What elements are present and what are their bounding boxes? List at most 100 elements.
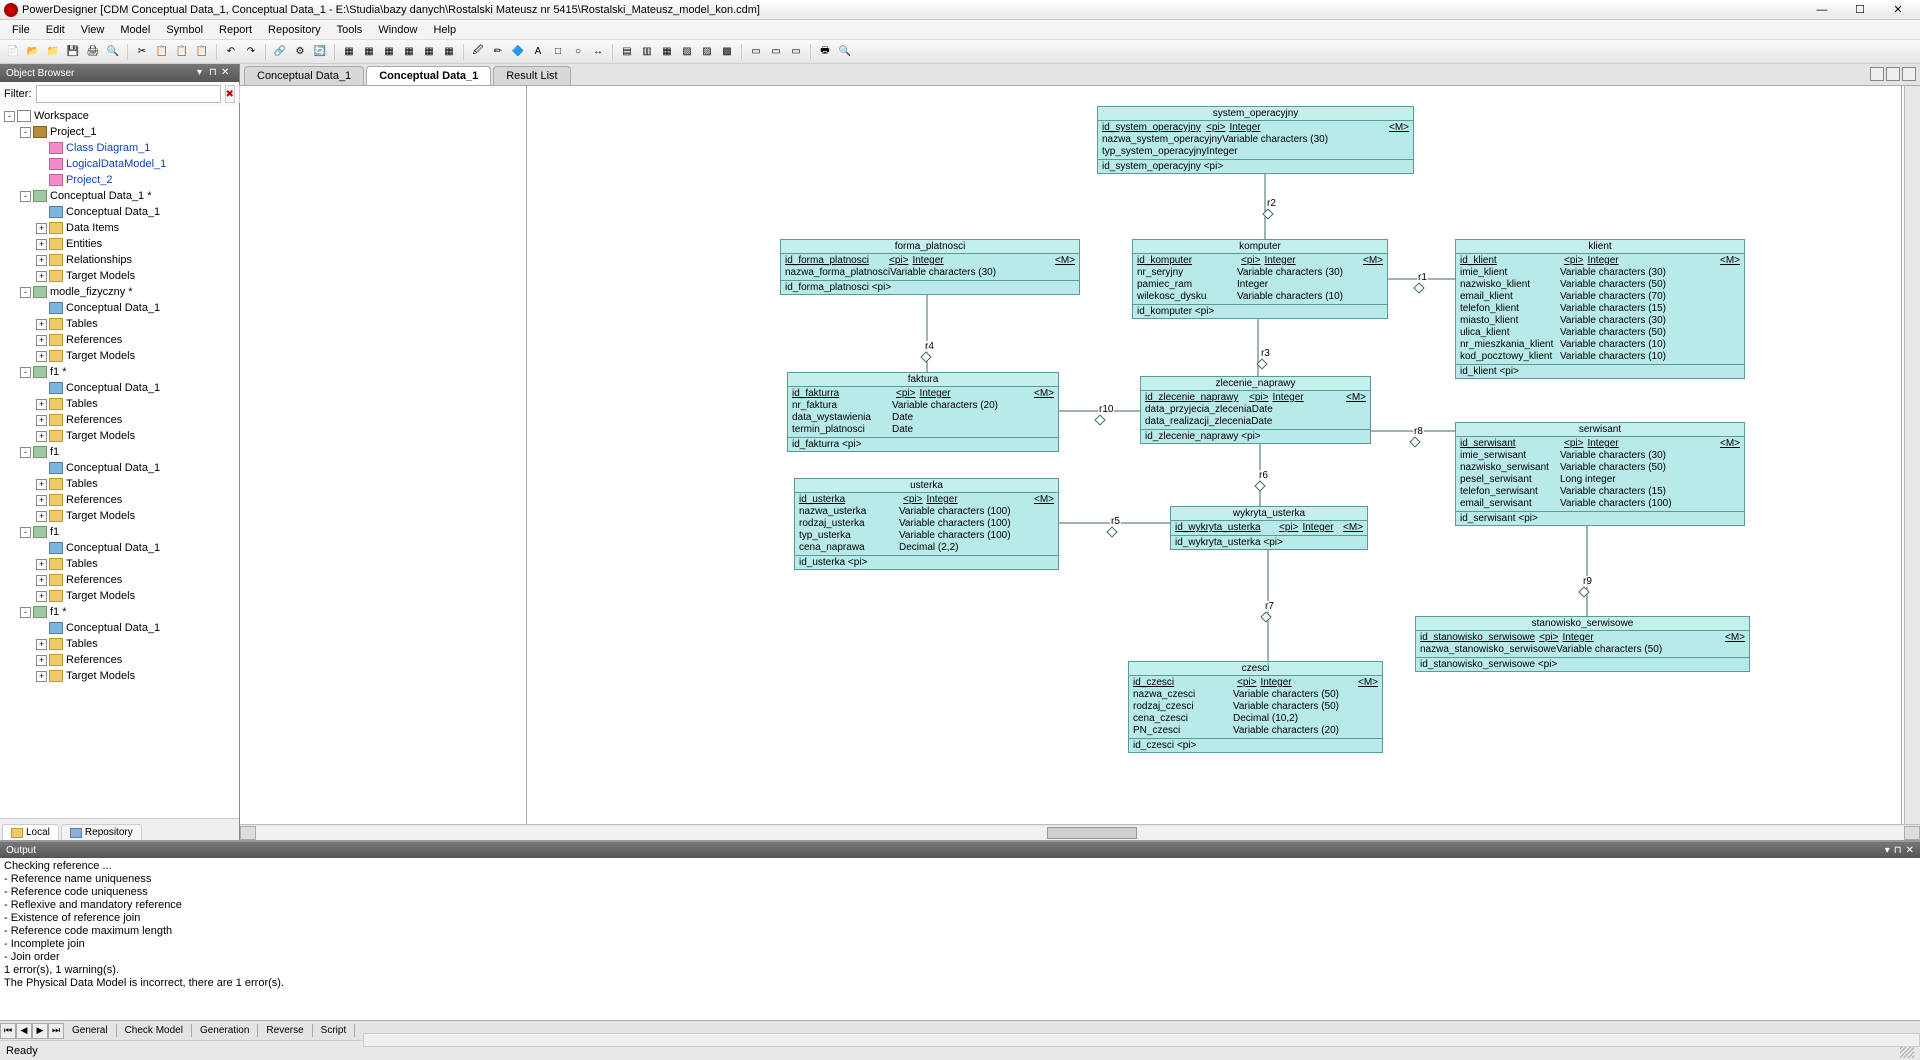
tree-node[interactable]: +Target Models (0, 348, 239, 364)
tree-toggle[interactable]: + (36, 559, 47, 570)
menu-report[interactable]: Report (211, 22, 260, 38)
tree-node[interactable]: +Target Models (0, 588, 239, 604)
toolbar-button[interactable]: ▧ (678, 43, 696, 61)
toolbar-button[interactable]: ✂ (133, 43, 151, 61)
document-tab[interactable]: Result List (493, 66, 570, 85)
tree-toggle[interactable]: + (36, 575, 47, 586)
tree-toggle[interactable]: + (36, 495, 47, 506)
output-tab-script[interactable]: Script (313, 1024, 356, 1037)
tree-toggle[interactable]: - (4, 111, 15, 122)
tab-local[interactable]: Local (2, 824, 59, 840)
toolbar-button[interactable]: 📂 (24, 43, 42, 61)
tree-toggle[interactable]: - (20, 447, 31, 458)
tab-last-button[interactable]: ⏭ (48, 1023, 64, 1039)
tree-node[interactable]: +Tables (0, 396, 239, 412)
tree-node[interactable]: +Tables (0, 316, 239, 332)
menu-edit[interactable]: Edit (38, 22, 73, 38)
tree-node[interactable]: -Workspace (0, 108, 239, 124)
entity-komputer[interactable]: komputerid_komputer<pi>Integer<M>nr_sery… (1132, 239, 1388, 319)
tree-node[interactable]: +References (0, 332, 239, 348)
tree-toggle[interactable]: + (36, 271, 47, 282)
tree-toggle[interactable]: + (36, 479, 47, 490)
toolbar-button[interactable]: ▦ (360, 43, 378, 61)
document-tab[interactable]: Conceptual Data_1 (366, 66, 491, 85)
toolbar-button[interactable]: ▭ (767, 43, 785, 61)
tree-toggle[interactable]: + (36, 655, 47, 666)
toolbar-button[interactable]: 🖶 (816, 43, 834, 61)
toolbar-button[interactable]: ▦ (340, 43, 358, 61)
tree-node[interactable]: +Relationships (0, 252, 239, 268)
tree-node[interactable]: Conceptual Data_1 (0, 300, 239, 316)
tree-node[interactable]: Conceptual Data_1 (0, 380, 239, 396)
tree-node[interactable]: +References (0, 652, 239, 668)
tree-toggle[interactable]: - (20, 527, 31, 538)
entity-zlecenie_naprawy[interactable]: zlecenie_naprawyid_zlecenie_naprawy<pi>I… (1140, 376, 1371, 444)
scroll-left-button[interactable] (240, 826, 256, 840)
close-button[interactable]: ✕ (1880, 1, 1916, 19)
toolbar-button[interactable]: 🔍 (104, 43, 122, 61)
pin-icon[interactable]: ⊓ (1894, 845, 1902, 856)
tree-toggle[interactable]: + (36, 335, 47, 346)
tree-node[interactable]: -f1 * (0, 364, 239, 380)
toolbar-button[interactable]: ▦ (658, 43, 676, 61)
tab-first-button[interactable]: ⏮ (0, 1023, 16, 1039)
toolbar-button[interactable]: ▭ (787, 43, 805, 61)
menu-window[interactable]: Window (370, 22, 425, 38)
toolbar-button[interactable]: ▨ (698, 43, 716, 61)
toolbar-button[interactable]: 🔄 (311, 43, 329, 61)
entity-czesci[interactable]: czesciid_czesci<pi>Integer<M>nazwa_czesc… (1128, 661, 1383, 753)
menu-view[interactable]: View (73, 22, 113, 38)
output-tab-general[interactable]: General (64, 1024, 117, 1037)
minimize-button[interactable]: — (1804, 1, 1840, 19)
tree-node[interactable]: +Tables (0, 556, 239, 572)
toolbar-button[interactable]: ▦ (400, 43, 418, 61)
tree-node[interactable]: Conceptual Data_1 (0, 204, 239, 220)
toolbar-button[interactable]: ↷ (242, 43, 260, 61)
entity-serwisant[interactable]: serwisantid_serwisant<pi>Integer<M>imie_… (1455, 422, 1745, 526)
toolbar-button[interactable]: 📋 (173, 43, 191, 61)
tree-toggle[interactable]: + (36, 639, 47, 650)
tree-node[interactable]: -modle_fizyczny * (0, 284, 239, 300)
toolbar-button[interactable]: 🖨 (84, 43, 102, 61)
tree-toggle[interactable]: + (36, 591, 47, 602)
toolbar-button[interactable]: ⚙ (291, 43, 309, 61)
close-icon[interactable]: ✕ (1906, 845, 1914, 856)
toolbar-button[interactable]: ▤ (618, 43, 636, 61)
toolbar-button[interactable]: 🔷 (509, 43, 527, 61)
pin-icon[interactable]: ⊓ (209, 67, 221, 79)
ws-close-button[interactable] (1902, 67, 1916, 81)
tab-prev-button[interactable]: ◀ (16, 1023, 32, 1039)
toolbar-button[interactable]: ↶ (222, 43, 240, 61)
tree-node[interactable]: -Conceptual Data_1 * (0, 188, 239, 204)
menu-model[interactable]: Model (112, 22, 158, 38)
tree-toggle[interactable]: + (36, 319, 47, 330)
entity-forma_platnosci[interactable]: forma_platnosciid_forma_platnosci<pi>Int… (780, 239, 1080, 295)
toolbar-button[interactable]: 📄 (4, 43, 22, 61)
entity-system_operacyjny[interactable]: system_operacyjnyid_system_operacyjny<pi… (1097, 106, 1414, 174)
toolbar-button[interactable]: ▦ (440, 43, 458, 61)
toolbar-button[interactable]: ↔ (589, 43, 607, 61)
diagram-canvas[interactable]: system_operacyjnyid_system_operacyjny<pi… (240, 86, 1920, 824)
tree-toggle[interactable]: + (36, 223, 47, 234)
toolbar-button[interactable]: ✏ (489, 43, 507, 61)
tree-node[interactable]: +References (0, 412, 239, 428)
scroll-thumb[interactable] (1047, 827, 1137, 839)
tree-node[interactable]: +Tables (0, 476, 239, 492)
ws-max-button[interactable] (1886, 67, 1900, 81)
entity-klient[interactable]: klientid_klient<pi>Integer<M>imie_klient… (1455, 239, 1745, 379)
toolbar-button[interactable]: A (529, 43, 547, 61)
tree-node[interactable]: +Target Models (0, 268, 239, 284)
toolbar-button[interactable]: 🔍 (836, 43, 854, 61)
tree-node[interactable]: -f1 (0, 444, 239, 460)
toolbar-button[interactable]: 🔗 (271, 43, 289, 61)
tree-toggle[interactable]: + (36, 511, 47, 522)
tree-node[interactable]: +Data Items (0, 220, 239, 236)
filter-input[interactable] (36, 85, 221, 103)
toolbar-button[interactable]: ▥ (638, 43, 656, 61)
menu-tools[interactable]: Tools (329, 22, 371, 38)
tree-toggle[interactable]: + (36, 671, 47, 682)
toolbar-button[interactable]: 📁 (44, 43, 62, 61)
output-body[interactable]: Checking reference ... - Reference name … (0, 858, 1920, 1020)
entity-faktura[interactable]: fakturaid_fakturra<pi>Integer<M>nr_faktu… (787, 372, 1059, 452)
output-tab-check-model[interactable]: Check Model (117, 1024, 192, 1037)
